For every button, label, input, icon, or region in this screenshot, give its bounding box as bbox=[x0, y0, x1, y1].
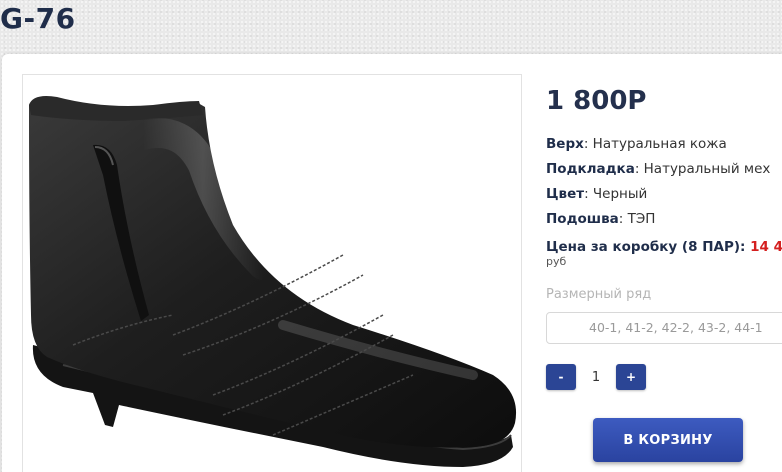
property-color: Цвет: Черный bbox=[546, 182, 782, 207]
quantity-plus-button[interactable]: + bbox=[616, 364, 646, 390]
property-label: Цвет bbox=[546, 186, 585, 202]
property-label: Подошва bbox=[546, 211, 619, 227]
property-value: : Натуральный мех bbox=[634, 161, 771, 177]
product-properties: Верх: Натуральная кожа Подкладка: Натура… bbox=[546, 132, 782, 232]
product-image[interactable] bbox=[22, 74, 522, 472]
property-upper: Верх: Натуральная кожа bbox=[546, 132, 782, 157]
quantity-stepper: - 1 + bbox=[546, 364, 782, 390]
size-range-select[interactable]: 40-1, 41-2, 42-2, 43-2, 44-1 bbox=[546, 312, 782, 344]
box-price-value: 14 400 bbox=[750, 239, 782, 255]
property-value: : Черный bbox=[584, 186, 648, 202]
box-price: Цена за коробку (8 ПАР): 14 400 bbox=[546, 238, 782, 256]
box-price-label: Цена за коробку (8 ПАР): bbox=[546, 239, 746, 255]
add-to-cart-button[interactable]: В КОРЗИНУ bbox=[593, 418, 743, 462]
product-price: 1 800Р bbox=[546, 86, 647, 116]
leather-boot-image bbox=[29, 96, 517, 467]
property-label: Верх bbox=[546, 136, 584, 152]
quantity-minus-button[interactable]: - bbox=[546, 364, 576, 390]
property-value: : Натуральная кожа bbox=[583, 136, 727, 152]
property-value: : ТЭП bbox=[618, 211, 656, 227]
size-range-label: Размерный ряд bbox=[546, 287, 652, 302]
property-lining: Подкладка: Натуральный мех bbox=[546, 157, 782, 182]
product-title: G-76 bbox=[0, 2, 76, 35]
property-label: Подкладка bbox=[546, 161, 635, 177]
property-sole: Подошва: ТЭП bbox=[546, 207, 782, 232]
product-info: 1 800Р Верх: Натуральная кожа Подкладка:… bbox=[546, 84, 782, 390]
quantity-value[interactable]: 1 bbox=[576, 370, 616, 385]
box-price-currency: руб bbox=[546, 255, 567, 268]
